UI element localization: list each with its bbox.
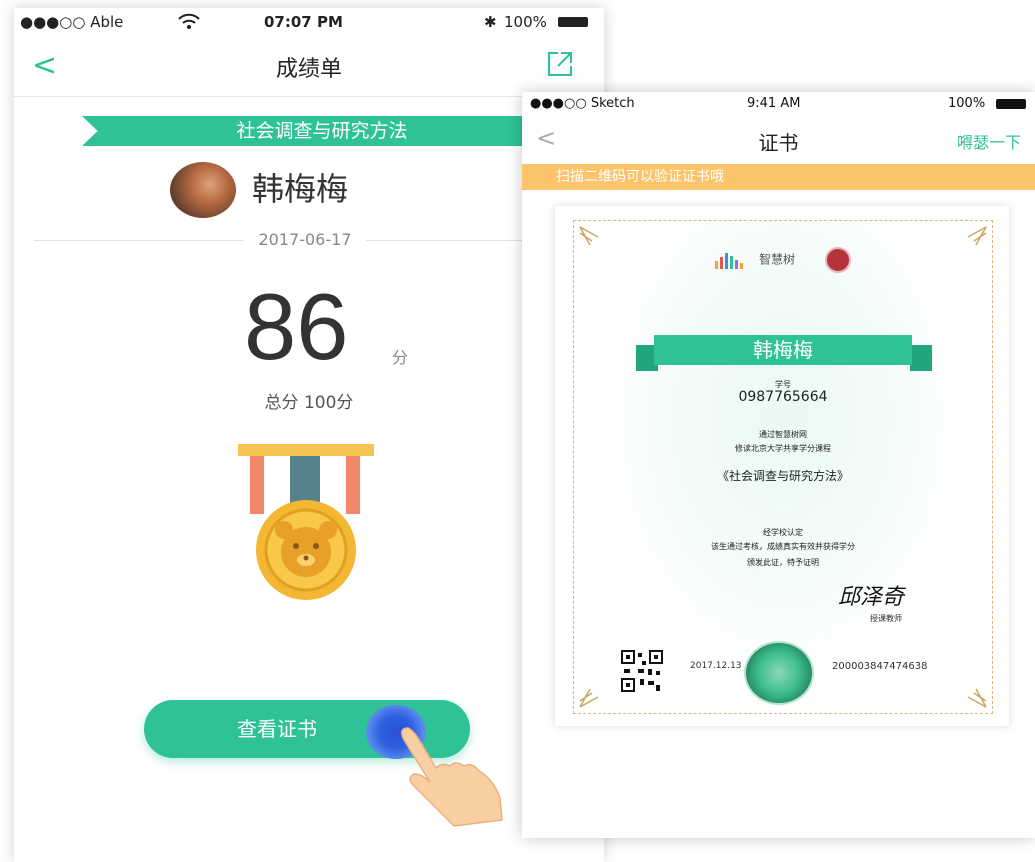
battery-icon	[558, 17, 588, 27]
medal-icon	[238, 444, 374, 600]
certificate-card: 智慧树 韩梅梅 学号 0987765664 通过智慧树网 修读北京大学共享学分课…	[555, 206, 1009, 726]
certificate-screen: ●●●○○ Sketch 9:41 AM 100% < 证书 嘚瑟一下 扫描二维…	[522, 92, 1035, 838]
cert-line-1: 通过智慧树网	[759, 430, 807, 439]
brand-name: 智慧树	[758, 252, 795, 267]
battery-label: 100%	[948, 96, 986, 111]
user-name: 韩梅梅	[252, 170, 349, 208]
cert-statement: 该生通过考核，成绩真实有效并获得学分	[711, 542, 855, 551]
recipient-ribbon: 韩梅梅	[654, 335, 912, 365]
corner-ornament-icon	[579, 226, 599, 246]
score-unit: 分	[392, 348, 409, 367]
battery-icon	[996, 99, 1026, 109]
status-bar: ●●●○○ Able 07:07 PM ✱ 100%	[14, 8, 604, 36]
cert-award: 颁发此证，特予证明	[747, 558, 819, 567]
carrier-label: ●●●○○ Sketch	[530, 96, 635, 111]
exam-date: 2017-06-17	[244, 230, 366, 249]
status-bar: ●●●○○ Sketch 9:41 AM 100%	[522, 92, 1035, 114]
show-off-button[interactable]: 嘚瑟一下	[957, 129, 1021, 153]
certificate-number: 200003847474638	[832, 661, 928, 672]
cert-line-2: 修读北京大学共享学分课程	[735, 444, 831, 453]
page-title: 成绩单	[275, 57, 342, 82]
total-score: 总分 100分	[264, 393, 354, 413]
issue-date: 2017.12.13	[690, 661, 742, 671]
nav-bar: < 证书 嘚瑟一下	[522, 114, 1035, 164]
signature: 邱泽奇	[838, 585, 905, 610]
certificate-border: 智慧树 韩梅梅 学号 0987765664 通过智慧树网 修读北京大学共享学分课…	[573, 220, 993, 714]
corner-ornament-icon	[967, 688, 987, 708]
share-icon[interactable]	[546, 50, 574, 78]
pku-seal-icon	[825, 247, 851, 273]
certificate-logos: 智慧树	[574, 247, 992, 273]
cert-course: 《社会调查与研究方法》	[716, 469, 849, 483]
cert-confirm: 经学校认定	[763, 528, 803, 537]
nav-bar: < 成绩单	[14, 36, 604, 97]
status-time: 07:07 PM	[264, 13, 343, 31]
battery-label: 100%	[504, 13, 547, 31]
view-certificate-label: 查看证书	[237, 717, 317, 741]
pointing-hand-icon	[401, 727, 503, 827]
scan-notice: 扫描二维码可以验证证书哦	[522, 164, 1035, 190]
bluetooth-icon: ✱	[484, 13, 497, 31]
wifi-icon	[178, 13, 200, 33]
corner-ornament-icon	[967, 226, 987, 246]
corner-ornament-icon	[579, 688, 599, 708]
qr-code-icon[interactable]	[620, 649, 664, 693]
status-time: 9:41 AM	[747, 96, 801, 111]
student-id: 0987765664	[738, 389, 828, 405]
zhihuishu-logo-icon	[714, 253, 743, 269]
carrier-label: ●●●○○ Able	[20, 13, 124, 31]
zhihuishu-emblem-icon	[744, 641, 814, 705]
ribbon-tail-right	[910, 345, 932, 371]
signer-title: 授课教师	[870, 614, 902, 623]
score-value: 86	[244, 274, 349, 379]
transcript-screen: ●●●○○ Able 07:07 PM ✱ 100% < 成绩单 社会调查与研究…	[14, 8, 604, 862]
avatar	[170, 162, 236, 218]
